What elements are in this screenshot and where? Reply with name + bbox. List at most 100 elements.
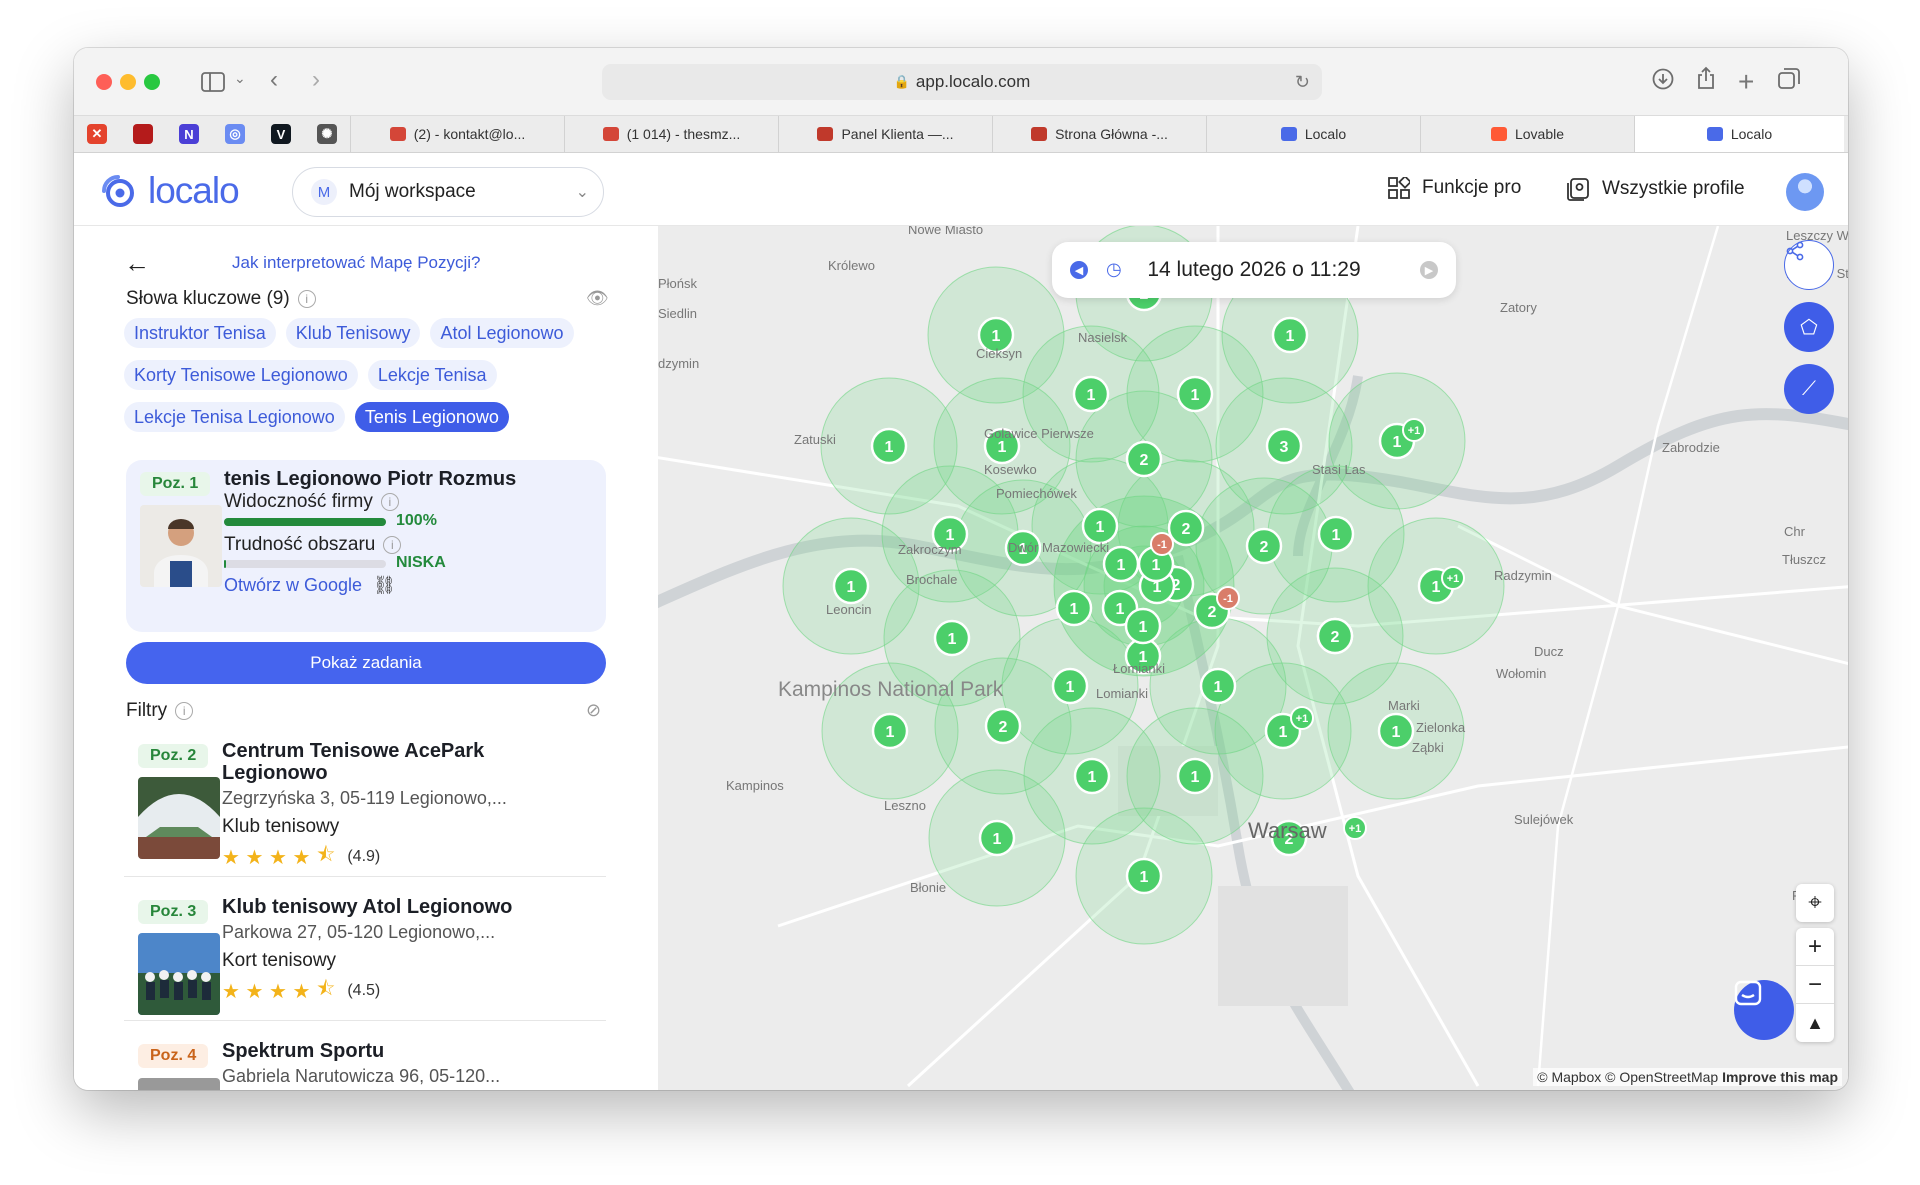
pinned-tab[interactable]: [120, 116, 166, 152]
trend-chart-button[interactable]: ⟋: [1784, 364, 1834, 414]
close-window-button[interactable]: [96, 74, 112, 90]
localo-logo[interactable]: localo: [96, 169, 240, 213]
tab[interactable]: (1 014) - thesmz...: [564, 116, 778, 152]
place-label: Marki: [1388, 698, 1420, 713]
tab[interactable]: Localo: [1206, 116, 1420, 152]
rank-pin[interactable]: 1: [933, 619, 971, 657]
funkcje-pro-button[interactable]: Funkcje pro: [1388, 177, 1521, 199]
rank-pin[interactable]: 2: [984, 707, 1022, 745]
eye-icon[interactable]: 👁: [586, 288, 609, 309]
difficulty-bar: [224, 560, 386, 568]
rank-pin[interactable]: 1: [1051, 667, 1089, 705]
compass-icon[interactable]: ▲: [1796, 1004, 1834, 1042]
zoom-out-button[interactable]: −: [1796, 966, 1834, 1004]
rank-pin[interactable]: 1: [1125, 857, 1163, 895]
share-icon[interactable]: [1696, 66, 1716, 90]
open-in-google-link[interactable]: Otwórz w Google ⛓: [224, 575, 396, 596]
eye-off-icon[interactable]: ⊘: [586, 700, 601, 721]
rank-pin[interactable]: 2: [1245, 527, 1283, 565]
minimize-window-button[interactable]: [120, 74, 136, 90]
rank-pin[interactable]: 1: [1124, 607, 1162, 645]
keyword-chip[interactable]: Lekcje Tenisa: [367, 360, 497, 390]
rank-pin[interactable]: 1: [1176, 375, 1214, 413]
rank-pin[interactable]: 2: [1167, 509, 1205, 547]
osm-attribution[interactable]: © OpenStreetMap: [1605, 1069, 1718, 1085]
pinned-tab[interactable]: ◎: [212, 116, 258, 152]
crosshair-icon[interactable]: ⌖: [1796, 884, 1834, 922]
tab[interactable]: Localo: [1634, 116, 1844, 152]
keyword-chip[interactable]: Klub Tenisowy: [285, 318, 421, 348]
rank-pin[interactable]: 1: [1317, 515, 1355, 553]
help-link[interactable]: Jak interpretować Mapę Pozycji?: [232, 253, 481, 273]
keyword-chip[interactable]: Atol Legionowo: [430, 318, 574, 348]
back-nav-icon[interactable]: ‹: [270, 66, 278, 94]
list-item[interactable]: Poz. 2 Centrum Tenisowe AcePark Legionow…: [124, 736, 606, 869]
info-icon[interactable]: i: [383, 536, 402, 554]
keyword-chip[interactable]: Korty Tenisowe Legionowo: [124, 360, 358, 390]
back-arrow-icon[interactable]: ←: [124, 248, 150, 279]
improve-map-link[interactable]: Improve this map: [1722, 1069, 1838, 1085]
rank-change-badge: +1: [1343, 816, 1367, 840]
forward-nav-icon[interactable]: ›: [312, 66, 320, 94]
rank-pin[interactable]: 2: [1316, 617, 1354, 655]
rank-pin[interactable]: 1: [832, 567, 870, 605]
rank-pin[interactable]: 1: [1377, 712, 1415, 750]
map-canvas[interactable]: 1211112311111221112211122111112111111122…: [658, 226, 1848, 1090]
rank-pin[interactable]: 1: [1073, 757, 1111, 795]
rank-pin[interactable]: 1: [1055, 589, 1093, 627]
place-label: Pomiechówek: [996, 486, 1077, 501]
rank-pin[interactable]: 1: [1072, 375, 1110, 413]
mapbox-attribution[interactable]: © Mapbox: [1537, 1069, 1601, 1085]
rank-pin[interactable]: 1: [1271, 316, 1309, 354]
info-icon[interactable]: i: [175, 702, 194, 720]
share-map-button[interactable]: [1784, 240, 1834, 290]
chat-launcher-button[interactable]: [1734, 980, 1794, 1040]
keyword-chip[interactable]: Instruktor Tenisa: [124, 318, 276, 348]
tab-overview-icon[interactable]: [1778, 68, 1800, 90]
keyword-chip[interactable]: Lekcje Tenisa Legionowo: [124, 402, 345, 432]
rank-pin[interactable]: 1: [1199, 667, 1237, 705]
workspace-selector[interactable]: M Mój workspace ⌄: [292, 167, 604, 217]
keyword-chip[interactable]: Tenis Legionowo: [354, 402, 509, 432]
sidebar-toggle-icon[interactable]: [200, 70, 226, 94]
user-avatar[interactable]: [1786, 173, 1824, 211]
show-tasks-button[interactable]: Pokaż zadania: [126, 642, 606, 684]
competitors-button[interactable]: ⬠: [1784, 302, 1834, 352]
info-icon[interactable]: i: [297, 290, 316, 308]
filters-heading[interactable]: Filtry i: [126, 700, 194, 722]
previous-date-button[interactable]: ◀: [1070, 261, 1088, 279]
all-profiles-label: Wszystkie profile: [1602, 178, 1745, 199]
tab-label: Localo: [1730, 126, 1773, 142]
maximize-window-button[interactable]: [144, 74, 160, 90]
list-item[interactable]: Poz. 3 Klub tenisowy Atol Legionowo Park…: [124, 892, 606, 1018]
list-item[interactable]: Poz. 4 Spektrum Sportu Gabriela Narutowi…: [124, 1036, 606, 1090]
tab[interactable]: Strona Główna -...: [992, 116, 1206, 152]
pinned-tab[interactable]: ✺: [304, 116, 350, 152]
reload-icon[interactable]: ↻: [1295, 72, 1310, 93]
all-profiles-button[interactable]: Wszystkie profile: [1566, 177, 1745, 201]
pinned-tab[interactable]: ✕: [74, 116, 120, 152]
zoom-in-button[interactable]: +: [1796, 928, 1834, 966]
rank-pin[interactable]: 1: [1176, 757, 1214, 795]
info-icon[interactable]: i: [380, 493, 399, 511]
new-tab-icon[interactable]: +: [1738, 66, 1754, 98]
next-date-button[interactable]: ▶: [1420, 261, 1438, 279]
rank-pin[interactable]: 1: [871, 712, 909, 750]
rank-pin[interactable]: 2: [1125, 440, 1163, 478]
rank-pin[interactable]: 1: [870, 427, 908, 465]
rank-pin[interactable]: 1: [1081, 507, 1119, 545]
position-map[interactable]: 1211112311111221112211122111112111111122…: [658, 226, 1848, 1090]
pinned-tab[interactable]: V: [258, 116, 304, 152]
tab[interactable]: Lovable: [1420, 116, 1634, 152]
pinned-tab[interactable]: N: [166, 116, 212, 152]
rank-change-label: -1: [1157, 539, 1167, 551]
rank-pin[interactable]: 3: [1265, 427, 1303, 465]
download-icon[interactable]: [1652, 68, 1674, 90]
chevron-down-icon[interactable]: ⌄: [234, 70, 246, 87]
address-bar[interactable]: 🔒 app.localo.com ↻: [602, 64, 1322, 100]
history-clock-icon[interactable]: ◷: [1106, 259, 1128, 281]
tab[interactable]: Panel Klienta —...: [778, 116, 992, 152]
locate-control[interactable]: ⌖: [1796, 884, 1834, 922]
rank-pin[interactable]: 1: [978, 819, 1016, 857]
tab[interactable]: (2) - kontakt@lo...: [350, 116, 564, 152]
